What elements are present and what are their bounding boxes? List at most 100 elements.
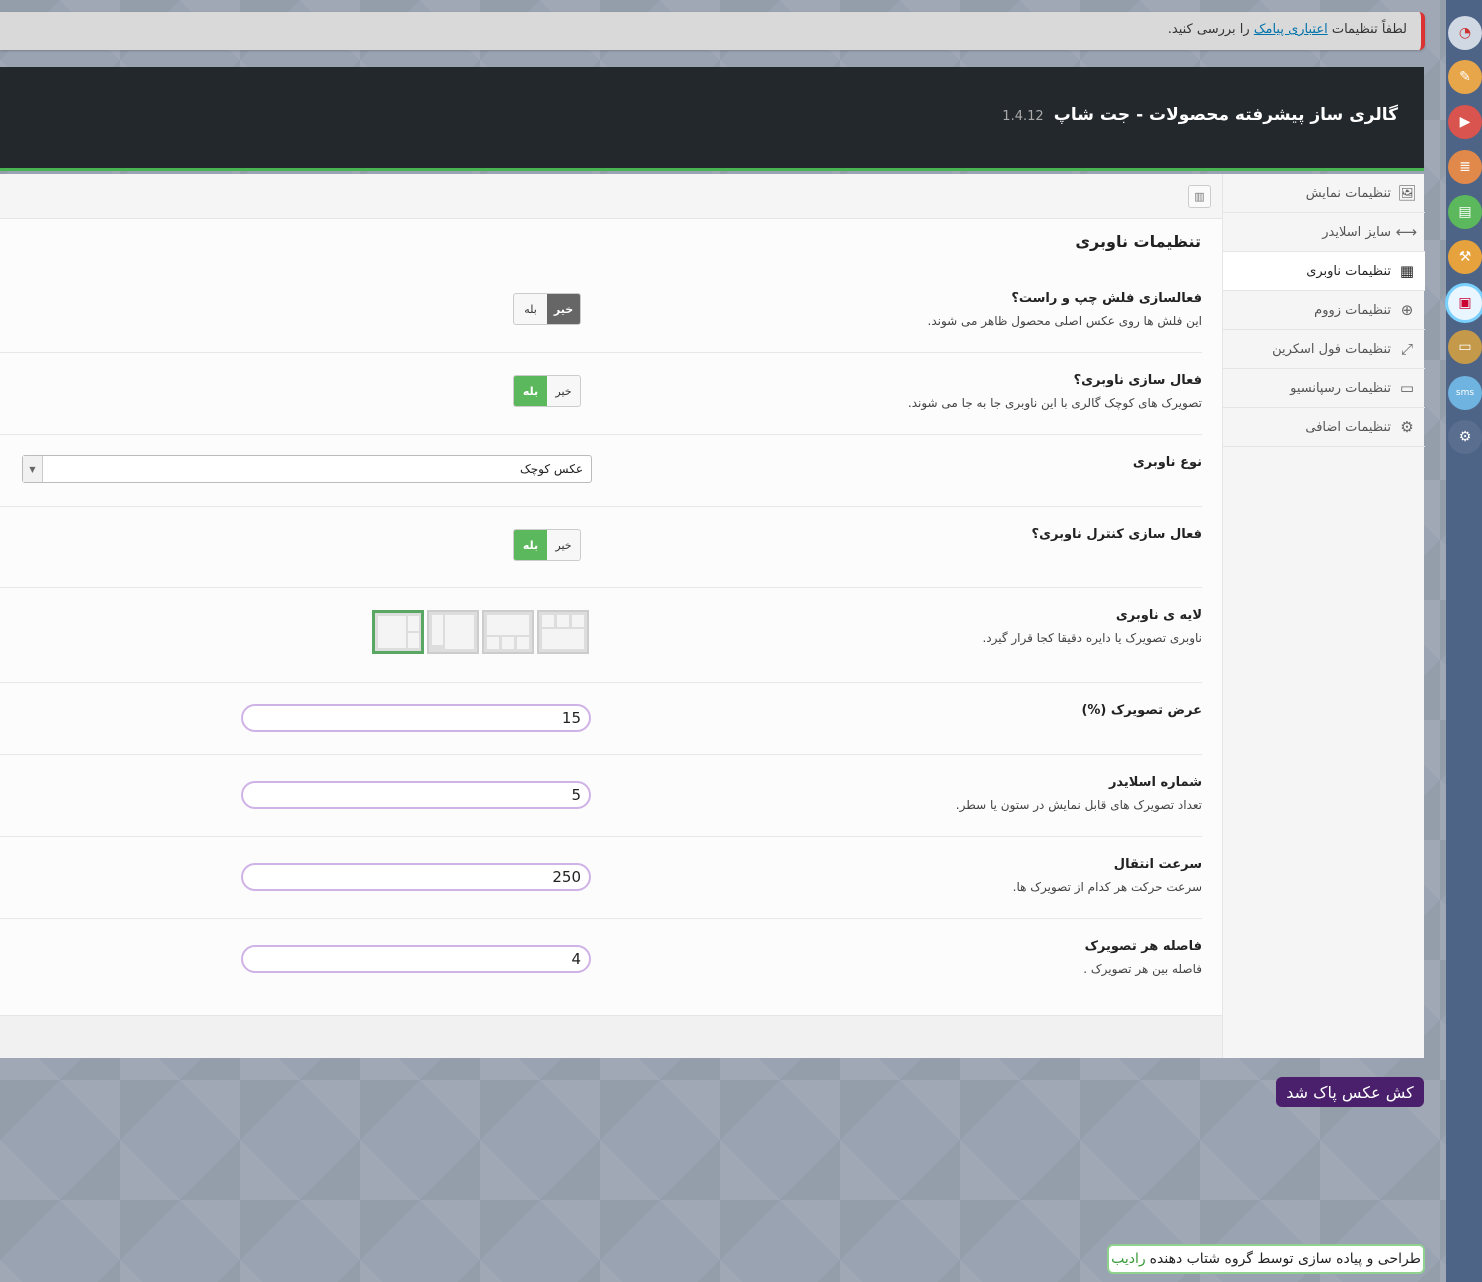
- settings-gear-icon[interactable]: ⚙: [1448, 420, 1482, 454]
- zoom-icon: ⊕: [1400, 301, 1414, 319]
- setting-title: لایه ی ناوبری: [1115, 608, 1202, 623]
- setting-label: لایه ی ناوبری ناوبری تصویرک یا دایره دقی…: [982, 608, 1202, 645]
- setting-row-slider-count: شماره اسلایدر تعداد تصویرک های قابل نمای…: [0, 755, 1202, 837]
- tab-fullscreen-settings[interactable]: ⤢ تنظیمات فول اسکرین: [1223, 330, 1425, 369]
- layout-option-bottom[interactable]: [482, 610, 534, 654]
- tab-label: تنظیمات فول اسکرین: [1272, 341, 1391, 357]
- toggle-yes-selected[interactable]: بله: [514, 376, 547, 406]
- plugin-title: گالری ساز پیشرفته محصولات - جت شاپ: [1053, 105, 1398, 125]
- edit-icon[interactable]: ✎: [1448, 60, 1482, 94]
- setting-label: فاصله هر تصویرک فاصله بین هر تصویرک .: [1083, 939, 1202, 976]
- spacing-input[interactable]: 4: [241, 945, 591, 973]
- image-icon: 🖼: [1397, 184, 1417, 202]
- toggle-yes[interactable]: بله: [514, 294, 547, 324]
- setting-description: سرعت حرکت هر کدام از تصویرک ها.: [1012, 880, 1202, 894]
- setting-label: فعال سازی ناوبری؟ تصویرک های کوچک گالری …: [908, 373, 1202, 410]
- arrows-toggle[interactable]: بله خیر: [513, 293, 581, 325]
- panel-footer: [0, 1015, 1222, 1058]
- tab-extra-settings[interactable]: ⚙ تنظیمات اضافی: [1223, 408, 1425, 447]
- tab-navigation-settings[interactable]: ▦ تنظیمات ناوبری: [1223, 252, 1425, 291]
- setting-label: فعالسازی فلش چپ و راست؟ این فلش ها روی ع…: [928, 291, 1203, 328]
- speed-input[interactable]: 250: [241, 863, 591, 891]
- credit-text: طراحی و پیاده سازی توسط گروه شتاب دهنده: [1149, 1251, 1421, 1267]
- notice-prefix: لطفاً تنظیمات: [1331, 22, 1407, 37]
- setting-row-nav-type: نوع ناوبری ▼ عکس کوچک: [0, 435, 1202, 507]
- layout-option-right[interactable]: [372, 610, 424, 654]
- notice-suffix: را بررسی کنید.: [1167, 22, 1250, 37]
- setting-title: فاصله هر تصویرک: [1084, 939, 1202, 954]
- settings-panel: ▥ 🖼 تنظیمات نمایش ⟷ سایز اسلایدر ▦ تنظیم…: [0, 174, 1425, 1058]
- panel-toolbar: ▥: [0, 174, 1222, 219]
- table-icon[interactable]: ▤: [1448, 195, 1482, 229]
- calendar-icon[interactable]: ▭: [1448, 330, 1482, 364]
- thumb-width-input[interactable]: 15: [241, 704, 591, 732]
- panel-toggle-icon: ▥: [1194, 190, 1205, 203]
- setting-description: تعداد تصویرک های قابل نمایش در ستون یا س…: [955, 798, 1202, 812]
- toggle-no[interactable]: خیر: [547, 376, 580, 406]
- setting-label: نوع ناوبری: [1133, 455, 1202, 470]
- tab-label: تنظیمات اضافی: [1305, 419, 1391, 435]
- tab-display-settings[interactable]: 🖼 تنظیمات نمایش: [1223, 174, 1425, 213]
- section-title: تنظیمات ناوبری: [1075, 232, 1201, 251]
- setting-title: سرعت انتقال: [1113, 857, 1202, 872]
- setting-row-nav-layout: لایه ی ناوبری ناوبری تصویرک یا دایره دقی…: [0, 588, 1202, 683]
- setting-title: فعال سازی کنترل ناوبری؟: [1031, 527, 1202, 542]
- tab-label: تنظیمات زووم: [1314, 302, 1391, 318]
- setting-title: نوع ناوبری: [1132, 455, 1202, 470]
- nav-control-toggle[interactable]: بله خیر: [513, 529, 581, 561]
- sms-icon[interactable]: sms: [1448, 376, 1482, 410]
- chevron-down-icon[interactable]: ▼: [23, 456, 43, 482]
- store-icon[interactable]: ▣: [1448, 286, 1482, 320]
- tab-zoom-settings[interactable]: ⊕ تنظیمات زووم: [1223, 291, 1425, 330]
- plugin-header: گالری ساز پیشرفته محصولات - جت شاپ 1.4.1…: [0, 67, 1424, 171]
- tab-label: تنظیمات ناوبری: [1306, 263, 1391, 279]
- tab-slider-size[interactable]: ⟷ سایز اسلایدر: [1223, 213, 1425, 252]
- setting-row-thumb-width: عرض تصویرک (%) 15: [0, 683, 1202, 755]
- setting-title: عرض تصویرک (%): [1081, 703, 1202, 718]
- toggle-yes-selected[interactable]: بله: [514, 530, 547, 560]
- arrows-horizontal-icon: ⟷: [1395, 223, 1417, 241]
- setting-description: ناوبری تصویرک یا دایره دقیقا کجا قرار گی…: [982, 631, 1202, 645]
- setting-title: شماره اسلایدر: [1108, 775, 1202, 790]
- nav-type-select[interactable]: ▼ عکس کوچک: [22, 455, 592, 483]
- toggle-sidebar-button[interactable]: ▥: [1188, 185, 1211, 208]
- toggle-no[interactable]: خیر: [547, 530, 580, 560]
- tab-label: تنظیمات رسپانسیو: [1290, 380, 1391, 396]
- slider-count-input[interactable]: 5: [241, 781, 591, 809]
- gear-icon: ⚙: [1400, 418, 1414, 436]
- credit-brand-link[interactable]: رادیب: [1111, 1251, 1146, 1267]
- sms-credit-link[interactable]: اعتباری پیامک: [1254, 22, 1328, 37]
- setting-description: فاصله بین هر تصویرک .: [1083, 962, 1202, 976]
- setting-row-arrows: فعالسازی فلش چپ و راست؟ این فلش ها روی ع…: [0, 274, 1202, 353]
- setting-row-speed: سرعت انتقال سرعت حرکت هر کدام از تصویرک …: [0, 837, 1202, 919]
- settings-tabs: 🖼 تنظیمات نمایش ⟷ سایز اسلایدر ▦ تنظیمات…: [1222, 174, 1425, 1058]
- setting-title: فعال سازی ناوبری؟: [1073, 373, 1202, 388]
- dashboard-icon[interactable]: ◔: [1448, 16, 1482, 50]
- setting-label: شماره اسلایدر تعداد تصویرک های قابل نمای…: [956, 775, 1202, 812]
- plugin-version: 1.4.12: [1002, 109, 1044, 124]
- nav-enable-toggle[interactable]: بله خیر: [513, 375, 581, 407]
- setting-row-nav-enable: فعال سازی ناوبری؟ تصویرک های کوچک گالری …: [0, 353, 1202, 435]
- layout-option-left[interactable]: [427, 610, 479, 654]
- setting-label: عرض تصویرک (%): [1081, 703, 1202, 718]
- setting-label: سرعت انتقال سرعت حرکت هر کدام از تصویرک …: [1013, 857, 1202, 894]
- admin-sidebar: [1446, 0, 1482, 1282]
- tab-label: تنظیمات نمایش: [1305, 185, 1391, 201]
- credit-badge: طراحی و پیاده سازی توسط گروه شتاب دهنده …: [1107, 1244, 1425, 1274]
- setting-row-spacing: فاصله هر تصویرک فاصله بین هر تصویرک . 4: [0, 919, 1202, 1015]
- cache-cleared-badge: کش عکس پاک شد: [1276, 1077, 1424, 1107]
- monitor-icon: ▭: [1399, 379, 1415, 397]
- setting-label: فعال سازی کنترل ناوبری؟: [1032, 527, 1202, 542]
- tab-label: سایز اسلایدر: [1322, 224, 1391, 240]
- tab-responsive-settings[interactable]: ▭ تنظیمات رسپانسیو: [1223, 369, 1425, 408]
- sms-credit-notice: لطفاً تنظیمات اعتباری پیامک را بررسی کنی…: [0, 12, 1425, 50]
- youtube-icon[interactable]: ▶: [1448, 105, 1482, 139]
- layout-option-top[interactable]: [537, 610, 589, 654]
- toggle-no-selected[interactable]: خیر: [547, 294, 580, 324]
- tools-icon[interactable]: ⚒: [1448, 240, 1482, 274]
- setting-row-nav-control: فعال سازی کنترل ناوبری؟ بله خیر: [0, 507, 1202, 588]
- document-icon[interactable]: ≣: [1448, 150, 1482, 184]
- setting-description: این فلش ها روی عکس اصلی محصول ظاهر می شو…: [927, 314, 1203, 328]
- nav-type-value: عکس کوچک: [520, 462, 583, 476]
- grid-icon: ▦: [1399, 262, 1415, 280]
